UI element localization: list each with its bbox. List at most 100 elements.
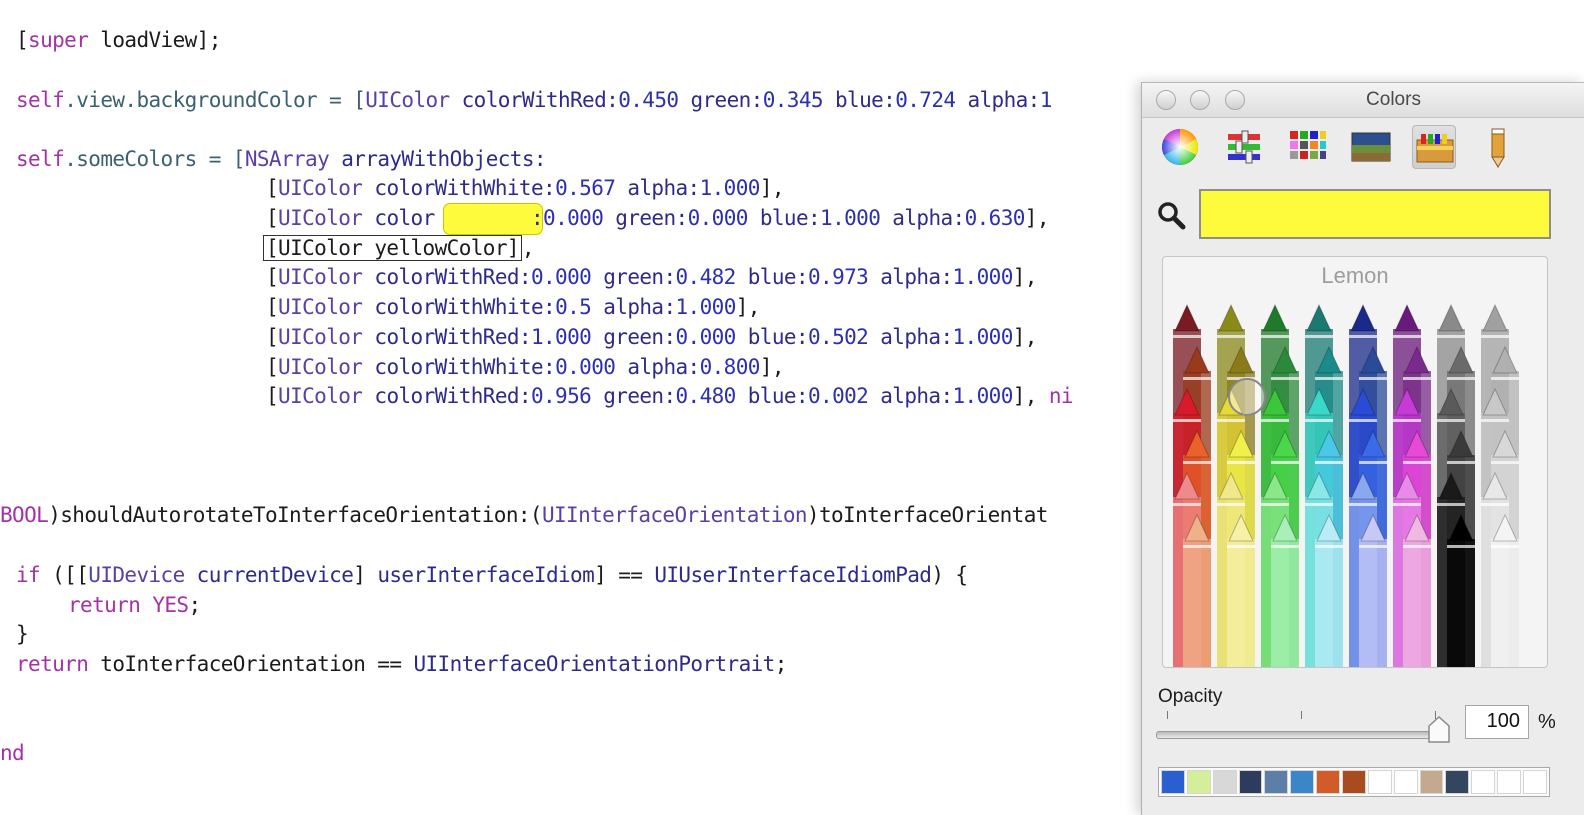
code-line[interactable]: return toInterfaceOrientation == UIInter… — [16, 649, 787, 679]
code-token: alpha: — [615, 355, 700, 379]
code-token: green: — [603, 206, 688, 230]
crayon[interactable] — [1183, 513, 1211, 667]
color-swatch[interactable] — [1212, 770, 1237, 794]
crayon[interactable] — [1403, 513, 1431, 667]
opacity-slider-knob[interactable] — [1427, 716, 1451, 744]
code-token: .view.backgroundColor = [ — [64, 88, 366, 112]
code-token: ], — [1012, 325, 1038, 349]
code-token: , — [521, 236, 535, 260]
code-line[interactable]: [UIColor colorWithWhite:0.5 alpha:1.000]… — [266, 292, 760, 322]
color-swatch[interactable] — [1497, 770, 1522, 794]
crayon[interactable] — [1359, 513, 1387, 667]
code-token: blue: — [735, 325, 809, 349]
code-line[interactable]: } — [16, 619, 29, 649]
code-line[interactable]: [UIColor colorWithRed:1.000 green:0.000 … — [266, 322, 1037, 352]
code-token: arrayWithObjects: — [329, 147, 546, 171]
code-token: 0.000 — [543, 206, 604, 230]
opacity-label: Opacity — [1158, 686, 1223, 707]
code-token: color — [362, 206, 435, 230]
color-swatch[interactable] — [1523, 770, 1547, 794]
selected-color-well[interactable] — [1199, 189, 1551, 239]
crayon-grid[interactable] — [1163, 295, 1547, 667]
magnifier-icon[interactable] — [1156, 200, 1186, 230]
color-swatch[interactable] — [1342, 770, 1366, 794]
code-line[interactable]: [UIColor colorWithRed:0.956 green:0.480 … — [266, 381, 1074, 411]
color-swatch[interactable] — [1445, 770, 1470, 794]
code-token: } — [16, 622, 29, 646]
color-swatch[interactable] — [1419, 770, 1444, 794]
code-token: [ — [266, 206, 279, 230]
pencils-icon[interactable] — [1476, 125, 1520, 169]
color-swatch[interactable] — [1367, 770, 1392, 794]
code-token: [ — [266, 384, 279, 408]
code-token: [ — [266, 295, 279, 319]
code-token: green: — [591, 265, 676, 289]
palettes-icon[interactable] — [1285, 125, 1329, 169]
code-token: : — [530, 206, 544, 230]
code-token: BOOL — [0, 503, 49, 527]
panel-title: Colors — [1366, 89, 1421, 110]
crayon[interactable] — [1447, 513, 1475, 667]
code-token: blue: — [747, 206, 821, 230]
crayon-box[interactable]: Lemon — [1162, 256, 1548, 668]
color-wheel-icon[interactable] — [1158, 125, 1202, 169]
code-line[interactable]: return YES; — [68, 590, 201, 620]
image-palette-icon[interactable] — [1349, 125, 1393, 169]
code-token: UIColor — [278, 384, 363, 408]
code-line[interactable]: if ([[UIDevice currentDevice] userInterf… — [16, 560, 968, 590]
code-line[interactable]: nd — [0, 738, 25, 768]
color-swatch[interactable] — [1393, 770, 1418, 794]
code-token: return — [68, 593, 141, 617]
color-swatch[interactable] — [1238, 770, 1263, 794]
code-token: ) { — [931, 563, 968, 587]
code-line[interactable]: self.view.backgroundColor = [UIColor col… — [16, 85, 1052, 115]
code-token: 0.956 — [530, 384, 592, 408]
code-token: UIUserInterfaceIdiomPad — [654, 563, 932, 587]
code-token: UIColor — [278, 355, 363, 379]
code-editor[interactable]: [super loadView]; self.view.backgroundCol… — [0, 0, 1150, 814]
code-line[interactable]: [UIColor colorWithWhite:0.000 alpha:0.80… — [266, 352, 785, 382]
code-line[interactable]: [UIColor color :0.000 green:0.000 blue:1… — [266, 203, 1049, 233]
crayons-icon[interactable] — [1412, 125, 1456, 169]
opacity-slider[interactable] — [1156, 731, 1441, 739]
code-token: currentDevice — [184, 563, 354, 587]
code-token: UIColor — [278, 325, 363, 349]
crayon[interactable] — [1271, 513, 1299, 667]
code-token: return — [16, 652, 89, 676]
code-token: alpha: — [868, 325, 953, 349]
color-swatch[interactable] — [1316, 770, 1341, 794]
crayon[interactable] — [1315, 513, 1343, 667]
crayon[interactable] — [1491, 513, 1519, 667]
code-token: UIInterfaceOrientation — [541, 503, 808, 527]
code-line[interactable]: BOOL)shouldAutorotateToInterfaceOrientat… — [0, 500, 1048, 530]
code-line[interactable]: self.someColors = [NSArray arrayWithObje… — [16, 144, 547, 174]
code-line[interactable]: [UIColor colorWithWhite:0.567 alpha:1.00… — [266, 173, 785, 203]
code-line[interactable]: [UIColor yellowColor], — [263, 233, 535, 263]
opacity-unit: % — [1538, 711, 1556, 733]
code-token: alpha: — [868, 265, 953, 289]
color-swatch[interactable] — [1264, 770, 1289, 794]
code-token: 0.000 — [675, 325, 737, 349]
color-swatch[interactable] — [1471, 770, 1496, 794]
opacity-tick — [1167, 711, 1168, 719]
code-token: colorWithRed: — [449, 88, 619, 112]
panel-titlebar[interactable]: Colors — [1142, 83, 1584, 118]
code-token: 1.000 — [675, 295, 737, 319]
color-swatch[interactable] — [1186, 770, 1211, 794]
code-token: NSArray — [244, 147, 330, 171]
code-token: 1.000 — [530, 325, 592, 349]
code-token: 0.724 — [895, 88, 956, 112]
code-token: blue: — [735, 384, 809, 408]
opacity-input[interactable]: 100 — [1465, 705, 1529, 739]
code-token: colorWithWhite: — [362, 295, 556, 319]
code-token: 1.000 — [952, 325, 1014, 349]
color-swatch[interactable] — [1161, 770, 1185, 794]
code-token: ], — [735, 295, 761, 319]
color-swatch[interactable] — [1290, 770, 1315, 794]
sliders-icon[interactable] — [1222, 125, 1266, 169]
crayon[interactable] — [1227, 513, 1255, 667]
code-line[interactable]: [UIColor colorWithRed:0.000 green:0.482 … — [266, 262, 1037, 292]
code-token: green: — [678, 88, 763, 112]
code-line[interactable]: [super loadView]; — [16, 25, 221, 55]
